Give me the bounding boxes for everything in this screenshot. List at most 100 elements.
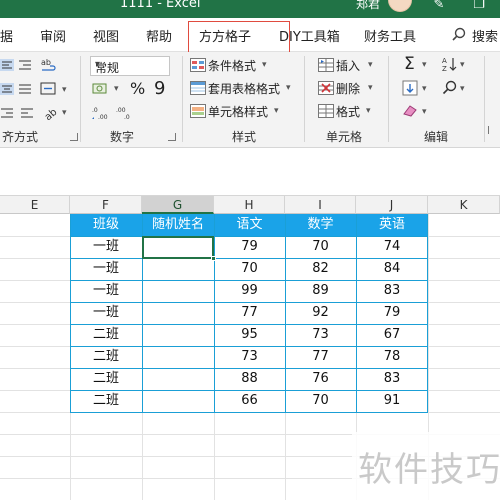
format-table-icon[interactable]: [190, 81, 206, 95]
fill-handle[interactable]: [211, 256, 216, 261]
search-label[interactable]: 搜索: [472, 26, 498, 45]
wrap-text-icon[interactable]: ab: [40, 56, 58, 74]
find-select-icon[interactable]: [442, 80, 458, 96]
format-as-table-button[interactable]: 套用表格格式: [208, 80, 280, 97]
decrease-decimal-icon[interactable]: .00 .0: [116, 106, 136, 120]
collapse-ribbon-icon[interactable]: [488, 126, 496, 134]
insert-cells-icon[interactable]: [318, 58, 334, 72]
align-left-icon[interactable]: [0, 58, 14, 72]
table-cell-chinese[interactable]: 88: [214, 368, 285, 390]
table-cell-class[interactable]: 一班: [70, 302, 142, 324]
table-cell-english[interactable]: 91: [356, 390, 428, 412]
table-cell-chinese[interactable]: 95: [214, 324, 285, 346]
delete-cells-icon[interactable]: [318, 81, 334, 95]
currency-icon[interactable]: [92, 82, 112, 96]
column-header-g[interactable]: G: [142, 196, 214, 214]
merge-center-icon[interactable]: [40, 80, 58, 98]
orientation-dropdown-icon[interactable]: ▾: [62, 108, 67, 118]
tab-review[interactable]: 审阅: [40, 26, 66, 45]
active-cell-g2[interactable]: [142, 236, 214, 259]
pen-icon[interactable]: ✎: [430, 0, 448, 14]
table-cell-random-name[interactable]: [142, 324, 214, 346]
table-cell-random-name[interactable]: [142, 280, 214, 302]
table-cell-english[interactable]: 78: [356, 346, 428, 368]
tab-view[interactable]: 视图: [93, 26, 119, 45]
orientation-icon[interactable]: ab: [42, 104, 60, 122]
table-cell-chinese[interactable]: 77: [214, 302, 285, 324]
tab-help[interactable]: 帮助: [146, 26, 172, 45]
table-cell-math[interactable]: 77: [285, 346, 356, 368]
table-cell-english[interactable]: 83: [356, 280, 428, 302]
column-header-i[interactable]: I: [285, 196, 356, 214]
cell-styles-icon[interactable]: [190, 104, 206, 118]
table-cell-chinese[interactable]: 70: [214, 258, 285, 280]
table-cell-math[interactable]: 70: [285, 390, 356, 412]
conditional-format-button[interactable]: 条件格式: [208, 57, 256, 74]
tab-finance-tools[interactable]: 财务工具: [364, 26, 416, 45]
table-cell-math[interactable]: 70: [285, 236, 356, 258]
table-header-math[interactable]: 数学: [285, 214, 356, 236]
format-cells-icon[interactable]: [318, 104, 334, 118]
clear-dropdown-icon[interactable]: ▾: [422, 107, 427, 117]
number-format-select[interactable]: 常规 ▾: [90, 56, 170, 76]
delete-button[interactable]: 删除: [336, 80, 360, 97]
increase-decimal-icon[interactable]: .0 .00: [92, 106, 112, 120]
table-cell-math[interactable]: 73: [285, 324, 356, 346]
format-table-dropdown-icon[interactable]: ▾: [286, 83, 291, 93]
cell-styles-dropdown-icon[interactable]: ▾: [274, 106, 279, 116]
table-cell-math[interactable]: 82: [285, 258, 356, 280]
fill-dropdown-icon[interactable]: ▾: [422, 84, 427, 94]
align-right-icon[interactable]: [18, 58, 32, 72]
table-cell-math[interactable]: 76: [285, 368, 356, 390]
table-header-class[interactable]: 班级: [70, 214, 142, 236]
table-cell-english[interactable]: 67: [356, 324, 428, 346]
cell-styles-button[interactable]: 单元格样式: [208, 103, 268, 120]
table-cell-chinese[interactable]: 73: [214, 346, 285, 368]
autosum-dropdown-icon[interactable]: ▾: [422, 60, 427, 70]
decrease-indent-icon[interactable]: [0, 106, 14, 120]
sort-filter-icon[interactable]: A Z: [442, 56, 458, 72]
column-header-k[interactable]: K: [428, 196, 500, 214]
search-icon[interactable]: [452, 27, 466, 41]
table-cell-class[interactable]: 二班: [70, 346, 142, 368]
column-header-h[interactable]: H: [214, 196, 285, 214]
increase-indent-icon[interactable]: [20, 106, 34, 120]
alignment-launcher-icon[interactable]: [70, 133, 78, 141]
table-cell-class[interactable]: 一班: [70, 236, 142, 258]
table-cell-english[interactable]: 74: [356, 236, 428, 258]
table-header-english[interactable]: 英语: [356, 214, 428, 236]
table-cell-class[interactable]: 一班: [70, 258, 142, 280]
number-launcher-icon[interactable]: [168, 133, 176, 141]
insert-button[interactable]: 插入: [336, 57, 360, 74]
table-cell-english[interactable]: 79: [356, 302, 428, 324]
sort-dropdown-icon[interactable]: ▾: [460, 60, 465, 70]
table-cell-english[interactable]: 83: [356, 368, 428, 390]
table-cell-class[interactable]: 二班: [70, 324, 142, 346]
user-avatar[interactable]: [388, 0, 412, 12]
conditional-format-icon[interactable]: [190, 58, 206, 72]
table-cell-class[interactable]: 一班: [70, 280, 142, 302]
currency-dropdown-icon[interactable]: ▾: [114, 84, 119, 94]
clear-icon[interactable]: [402, 104, 418, 118]
tab-data[interactable]: 据: [0, 26, 13, 45]
table-cell-class[interactable]: 二班: [70, 390, 142, 412]
table-cell-chinese[interactable]: 66: [214, 390, 285, 412]
table-cell-english[interactable]: 84: [356, 258, 428, 280]
conditional-format-dropdown-icon[interactable]: ▾: [262, 60, 267, 70]
percent-button[interactable]: %: [130, 79, 145, 98]
table-header-random-name[interactable]: 随机姓名: [142, 214, 214, 236]
table-cell-class[interactable]: 二班: [70, 368, 142, 390]
restore-icon[interactable]: ❐: [470, 0, 488, 14]
align-justify-icon[interactable]: [18, 82, 32, 96]
table-header-chinese[interactable]: 语文: [214, 214, 285, 236]
table-cell-chinese[interactable]: 79: [214, 236, 285, 258]
find-dropdown-icon[interactable]: ▾: [460, 84, 465, 94]
delete-dropdown-icon[interactable]: ▾: [368, 83, 373, 93]
table-cell-random-name[interactable]: [142, 302, 214, 324]
align-center-icon[interactable]: [0, 82, 14, 96]
table-cell-math[interactable]: 89: [285, 280, 356, 302]
table-cell-random-name[interactable]: [142, 390, 214, 412]
fill-icon[interactable]: [402, 80, 418, 96]
column-header-j[interactable]: J: [356, 196, 428, 214]
format-button[interactable]: 格式: [336, 103, 360, 120]
